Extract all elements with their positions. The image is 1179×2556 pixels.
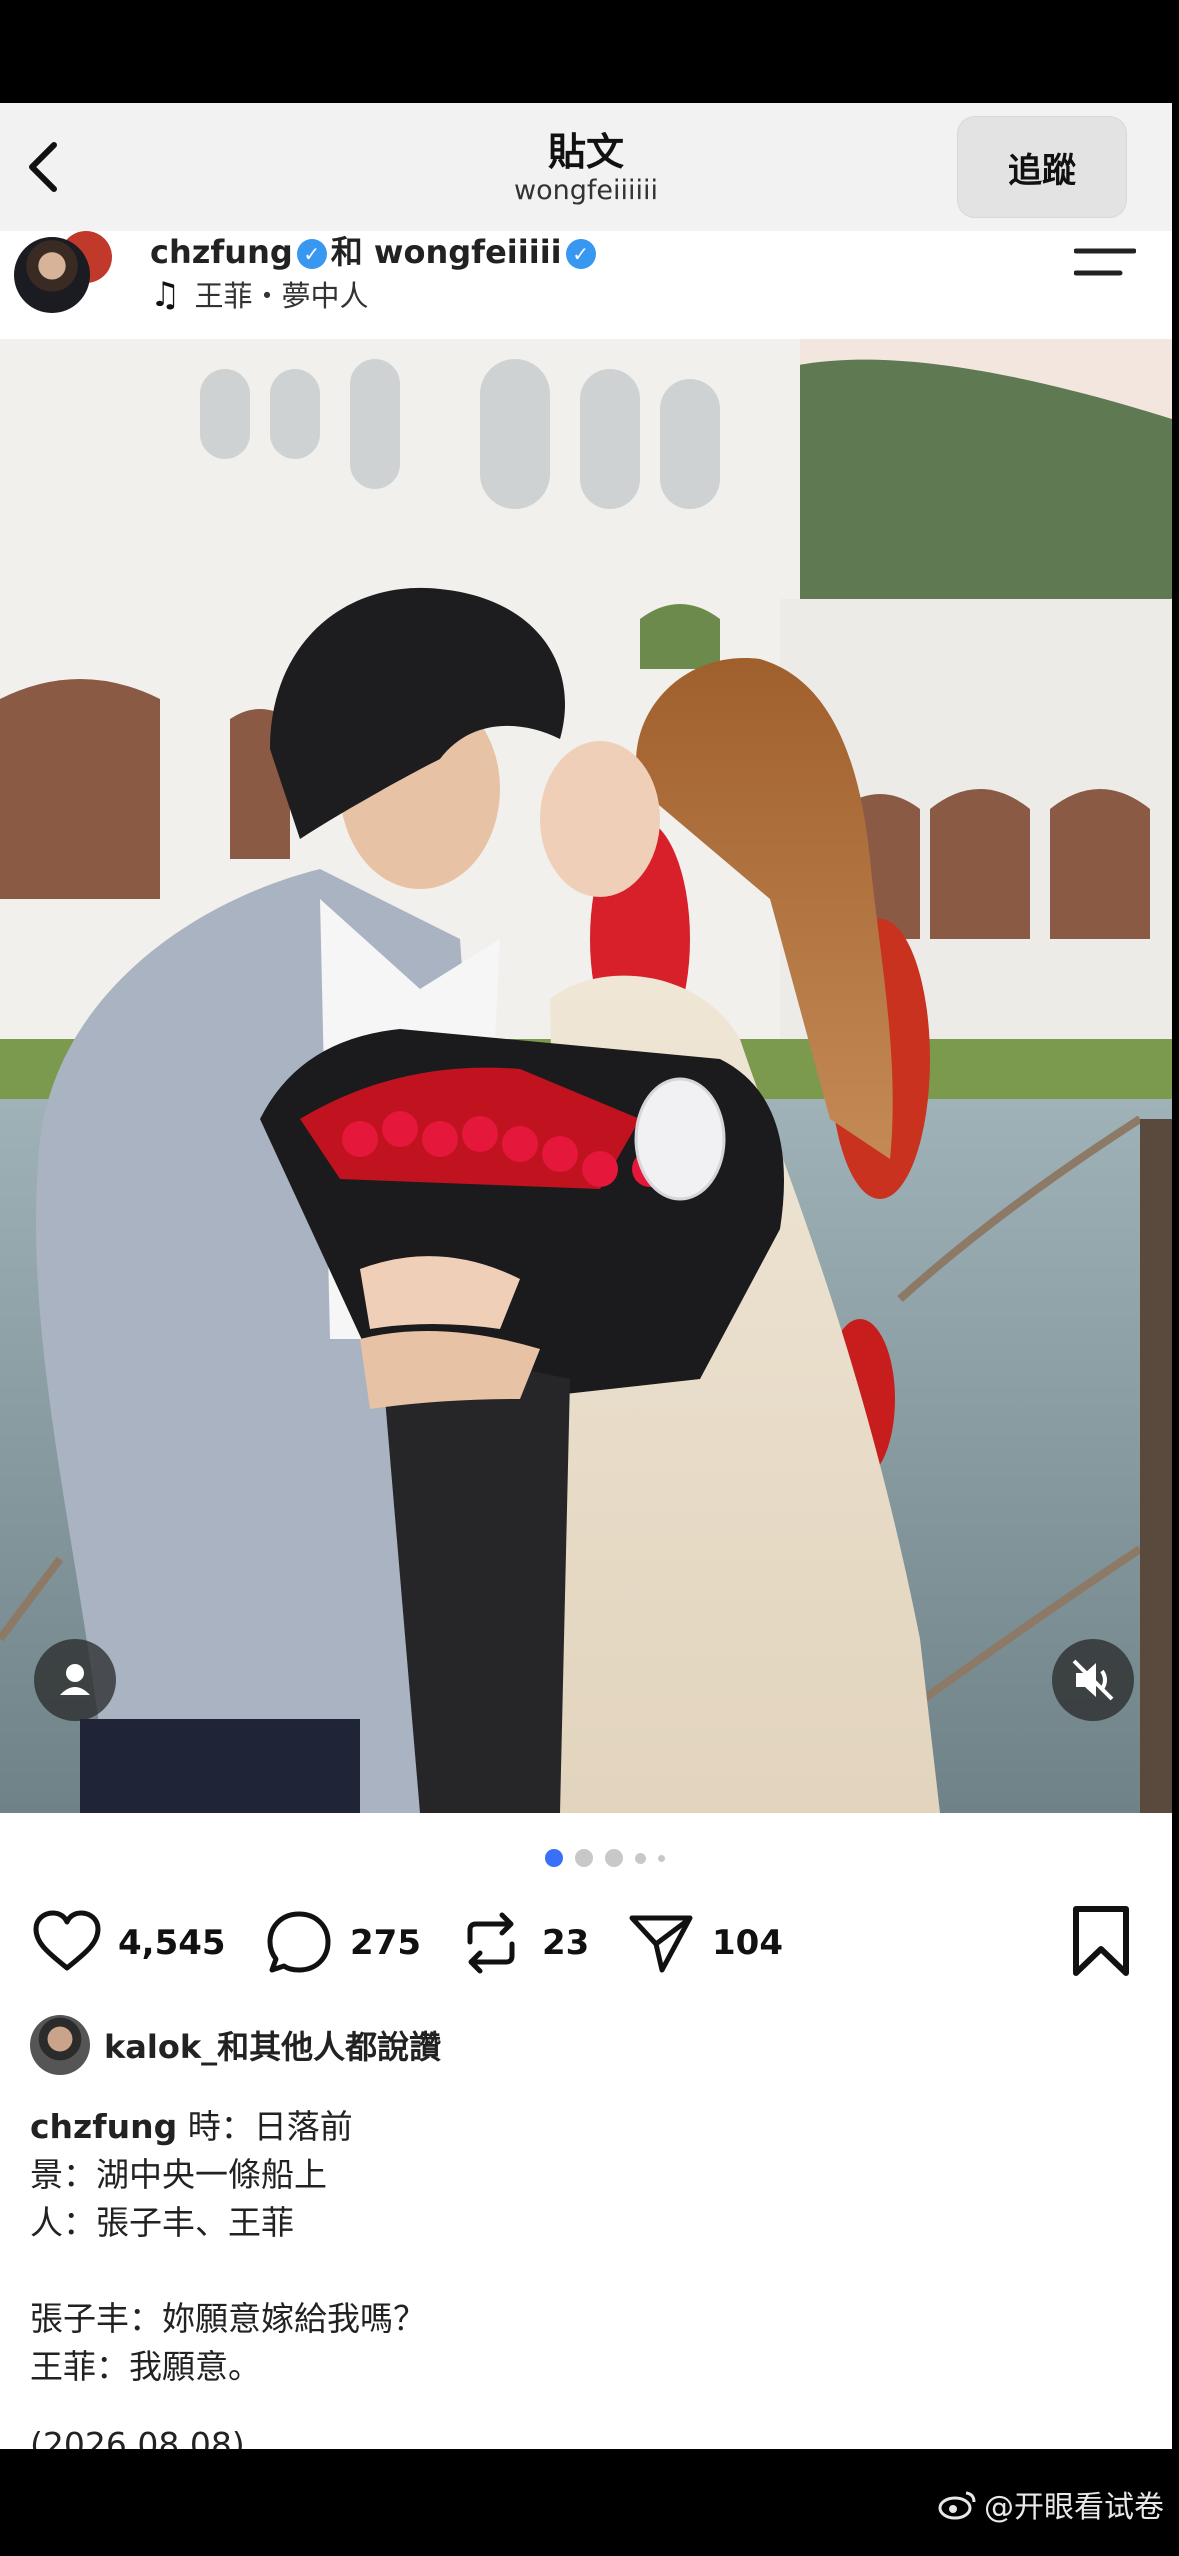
heart-icon: [33, 1910, 101, 1971]
avatar[interactable]: [14, 237, 90, 313]
music-label: 王菲・夢中人: [194, 279, 369, 313]
post-actions: 4,545 275 23 104: [0, 1893, 1172, 1993]
mute-icon[interactable]: [1052, 1639, 1134, 1721]
repost-button[interactable]: 23: [454, 1893, 589, 1993]
watermark: @开眼看试卷: [938, 2482, 1164, 2526]
watermark-text: @开眼看试卷: [984, 2490, 1164, 2525]
top-black-bar: [0, 0, 1179, 103]
caption-date: (2026.08.08): [30, 2425, 245, 2449]
post-photo[interactable]: [0, 339, 1172, 1813]
photo-illustration: [0, 339, 1172, 1813]
carousel-indicator: [545, 1848, 665, 1868]
liked-by-text: kalok_和其他人都說讚: [104, 2028, 442, 2066]
share-count: 104: [712, 1923, 783, 1963]
user-tag-icon[interactable]: [34, 1639, 116, 1721]
share-icon: [629, 1915, 693, 1973]
comment-button[interactable]: 275: [262, 1893, 421, 1993]
bookmark-icon[interactable]: [1066, 1903, 1136, 1979]
caption-line: 時：日落前: [187, 2107, 353, 2146]
carousel-dot: [575, 1849, 593, 1867]
follow-button[interactable]: 追蹤: [957, 116, 1127, 218]
music-note-icon: ♫: [150, 275, 181, 315]
caption-line: 張子丰：妳願意嫁給我嗎？: [30, 2299, 426, 2338]
like-button[interactable]: 4,545: [30, 1893, 226, 1993]
post-caption: chzfung 時：日落前 景：湖中央一條船上 人：張子丰、王菲 張子丰：妳願意…: [30, 2103, 1130, 2391]
coauthor-username[interactable]: wongfeiiiii: [374, 233, 562, 271]
authors-joiner: 和: [330, 233, 363, 271]
top-navigation-bar: 貼文 wongfeiiiiii 追蹤: [0, 103, 1172, 231]
verified-icon: ✓: [296, 239, 327, 269]
post-authors: chzfung ✓ 和 wongfeiiiii ✓: [150, 231, 600, 273]
like-count: 4,545: [118, 1923, 226, 1963]
caption-line: 王菲：我願意。: [30, 2347, 261, 2386]
carousel-dot: [605, 1849, 623, 1867]
liked-by-row[interactable]: kalok_和其他人都說讚: [30, 2013, 441, 2077]
caption-line: 人：張子丰、王菲: [30, 2203, 294, 2242]
repost-count: 23: [542, 1923, 590, 1963]
repost-icon: [467, 1912, 515, 1974]
post-screen: 貼文 wongfeiiiiii 追蹤 chzfung ✓ 和 wongfeiiiii…: [0, 103, 1172, 2449]
comment-count: 275: [350, 1923, 421, 1963]
caption-line: [30, 2247, 1130, 2295]
avatar: [30, 2015, 90, 2075]
menu-icon[interactable]: [1074, 243, 1136, 283]
verified-icon: ✓: [565, 239, 596, 269]
post-header: chzfung ✓ 和 wongfeiiiii ✓ ♫ 王菲・夢中人: [0, 231, 1172, 341]
carousel-dot: [635, 1852, 646, 1864]
author-username[interactable]: chzfung: [150, 233, 293, 271]
carousel-dot: [658, 1854, 665, 1862]
weibo-icon: [938, 2491, 976, 2520]
caption-line: 景：湖中央一條船上: [30, 2155, 327, 2194]
music-info[interactable]: ♫ 王菲・夢中人: [150, 273, 369, 315]
carousel-dot-active: [545, 1849, 563, 1867]
caption-username[interactable]: chzfung: [30, 2107, 177, 2146]
share-button[interactable]: 104: [624, 1893, 783, 1993]
comment-icon: [267, 1911, 331, 1973]
